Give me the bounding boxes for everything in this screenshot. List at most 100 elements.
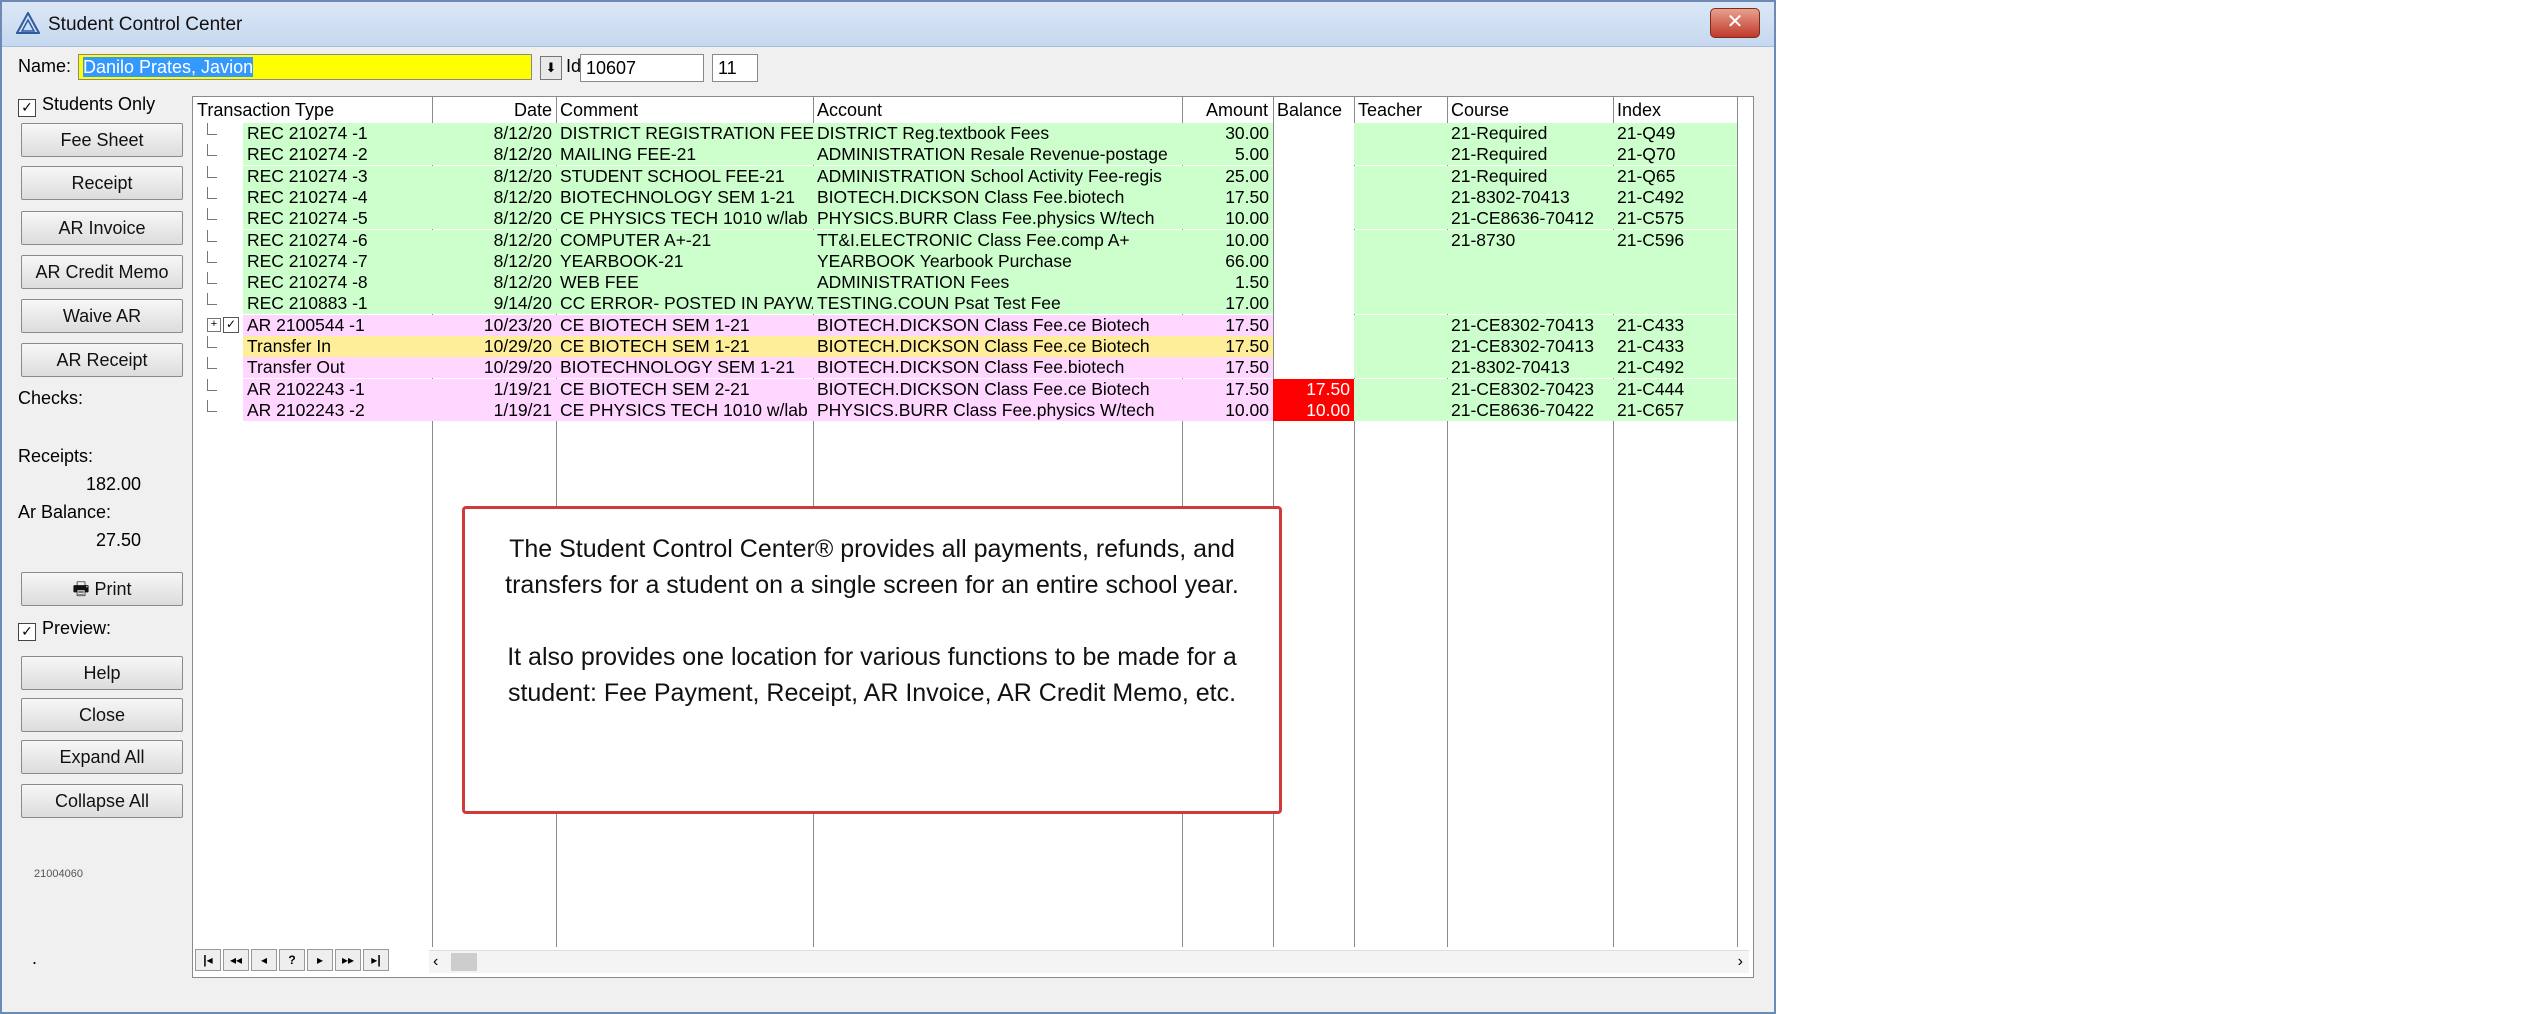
next-page-icon[interactable]: ▸▸ [335, 949, 361, 971]
student-name-bar: Name: Danilo Prates, Javion ⬇ Id: 10607 … [18, 52, 1764, 86]
cell-type: REC 210274 -4 [243, 186, 432, 208]
cell-comment: MAILING FEE-21 [556, 144, 813, 166]
cell-course: 21-CE8636-70412 [1447, 208, 1613, 230]
print-button[interactable]: 🖶 Print [21, 572, 183, 606]
cell-teacher [1354, 208, 1447, 230]
col-header-date[interactable]: Date [432, 100, 552, 121]
cell-account: BIOTECH.DICKSON Class Fee.ce Biotech [813, 314, 1182, 336]
cell-comment: BIOTECHNOLOGY SEM 1-21 [556, 186, 813, 208]
table-row[interactable]: REC 210274 -6 8/12/20 COMPUTER A+-21 TT&I.E… [193, 229, 1753, 251]
cell-account: PHYSICS.BURR Class Fee.physics W/tech [813, 208, 1182, 230]
cell-amount: 10.00 [1182, 399, 1273, 421]
cell-account: ADMINISTRATION Resale Revenue-postage [813, 144, 1182, 166]
cell-type: REC 210274 -3 [243, 165, 432, 187]
scroll-left-icon[interactable]: ‹ [433, 951, 438, 973]
table-row[interactable]: Transfer In 10/29/20 CE BIOTECH SEM 1-21 BI… [193, 336, 1753, 357]
cell-type: REC 210274 -2 [243, 144, 432, 166]
prev-page-icon[interactable]: ◂◂ [223, 949, 249, 971]
cell-type: AR 2102243 -2 [243, 399, 432, 421]
cell-course: 21-CE8302-70413 [1447, 336, 1613, 357]
table-row[interactable]: REC 210274 -7 8/12/20 YEARBOOK-21 YEARBOOK … [193, 250, 1753, 272]
tree-line-icon [203, 378, 217, 400]
callout-paragraph-2: It also provides one location for variou… [507, 643, 1237, 707]
preview-label: Preview: [42, 618, 112, 638]
scroll-thumb[interactable] [451, 953, 477, 971]
col-header-course[interactable]: Course [1451, 100, 1509, 121]
col-header-teacher[interactable]: Teacher [1358, 100, 1422, 121]
col-header-account[interactable]: Account [817, 100, 882, 121]
col-header-index[interactable]: Index [1617, 100, 1661, 121]
last-record-icon[interactable]: ▸| [363, 949, 389, 971]
first-record-icon[interactable]: |◂ [195, 949, 221, 971]
name-lookup-dropdown-button[interactable]: ⬇ [540, 56, 562, 80]
fee-sheet-button[interactable]: Fee Sheet [21, 123, 183, 157]
cell-account: DISTRICT Reg.textbook Fees [813, 123, 1182, 144]
expand-node-icon[interactable]: + [203, 315, 221, 336]
row-select-checkbox[interactable]: ✓ [223, 316, 239, 333]
ar-receipt-button[interactable]: AR Receipt [21, 343, 183, 377]
help-record-icon[interactable]: ? [279, 949, 305, 971]
window-close-button[interactable]: ✕ [1710, 8, 1760, 38]
cell-course: 21-Required [1447, 165, 1613, 187]
cell-course: 21-CE8302-70413 [1447, 314, 1613, 336]
title-bar: Student Control Center ✕ [2, 2, 1774, 47]
table-row[interactable]: REC 210274 -1 8/12/20 DISTRICT REGISTRATIO… [193, 123, 1753, 144]
ar-invoice-button[interactable]: AR Invoice [21, 211, 183, 245]
preview-checkbox[interactable]: ✓ Preview: [18, 618, 111, 641]
cell-type: REC 210274 -6 [243, 229, 432, 251]
receipt-button[interactable]: Receipt [21, 166, 183, 200]
table-row[interactable]: AR 2102243 -2 1/19/21 CE PHYSICS TECH 1010… [193, 399, 1753, 421]
cell-date: 8/12/20 [432, 123, 556, 144]
tree-line-icon [203, 186, 217, 208]
col-header-type[interactable]: Transaction Type [197, 100, 334, 121]
table-row[interactable]: REC 210883 -1 9/14/20 CC ERROR- POSTED IN … [193, 293, 1753, 315]
cell-balance [1273, 230, 1354, 251]
ar-credit-memo-button[interactable]: AR Credit Memo [21, 255, 183, 289]
table-row[interactable]: REC 210274 -4 8/12/20 BIOTECHNOLOGY SEM 1-… [193, 186, 1753, 208]
cell-amount: 25.00 [1182, 165, 1273, 187]
tree-line-icon [203, 399, 217, 421]
cell-account: BIOTECH.DICKSON Class Fee.biotech [813, 186, 1182, 208]
horizontal-scrollbar[interactable]: ‹ › [429, 950, 1749, 973]
prev-record-icon[interactable]: ◂ [251, 949, 277, 971]
cell-teacher [1354, 123, 1447, 144]
scroll-right-icon[interactable]: › [1738, 951, 1743, 973]
collapse-all-button[interactable]: Collapse All [21, 784, 183, 818]
next-record-icon[interactable]: ▸ [307, 949, 333, 971]
col-header-comment[interactable]: Comment [560, 100, 638, 121]
app-logo-icon [16, 12, 40, 34]
expand-all-button[interactable]: Expand All [21, 740, 183, 774]
table-row[interactable]: AR 2102243 -1 1/19/21 CE BIOTECH SEM 2-21 B… [193, 378, 1753, 400]
printer-icon: 🖶 [72, 579, 90, 599]
cell-account: BIOTECH.DICKSON Class Fee.ce Biotech [813, 378, 1182, 400]
table-row[interactable]: + ✓ AR 2100544 -1 10/23/20 CE BIOTECH SEM 1-… [193, 314, 1753, 336]
col-header-amount[interactable]: Amount [1182, 100, 1268, 121]
help-button[interactable]: Help [21, 656, 183, 690]
table-row[interactable]: REC 210274 -2 8/12/20 MAILING FEE-21 ADMINI… [193, 144, 1753, 166]
student-id-input[interactable]: 10607 [580, 54, 704, 82]
students-only-checkbox[interactable]: ✓ Students Only [18, 94, 155, 117]
cell-teacher [1354, 293, 1447, 315]
cell-course: 21-Required [1447, 123, 1613, 144]
waive-ar-button[interactable]: Waive AR [21, 299, 183, 333]
col-header-balance[interactable]: Balance [1277, 100, 1342, 121]
cell-type: REC 210274 -1 [243, 123, 432, 144]
cell-course: 21-CE8636-70422 [1447, 399, 1613, 421]
table-row[interactable]: REC 210274 -8 8/12/20 WEB FEE ADMINISTRATIO… [193, 272, 1753, 294]
cell-balance [1273, 357, 1354, 378]
cell-index: 21-Q49 [1613, 123, 1737, 144]
tree-line-icon [203, 293, 217, 314]
footer-dot: . [32, 948, 38, 968]
cell-teacher [1354, 378, 1447, 400]
grade-input[interactable]: 11 [712, 54, 758, 82]
cell-balance [1273, 272, 1354, 293]
cell-comment: YEARBOOK-21 [556, 250, 813, 272]
close-button[interactable]: Close [21, 698, 183, 732]
student-name-input[interactable]: Danilo Prates, Javion [78, 54, 532, 80]
table-row[interactable]: Transfer Out 10/29/20 BIOTECHNOLOGY SEM 1-… [193, 357, 1753, 379]
cell-type: REC 210274 -7 [243, 250, 432, 272]
cell-date: 8/12/20 [432, 186, 556, 208]
table-row[interactable]: REC 210274 -5 8/12/20 CE PHYSICS TECH 1010… [193, 208, 1753, 230]
name-label: Name: [18, 56, 72, 76]
table-row[interactable]: REC 210274 -3 8/12/20 STUDENT SCHOOL FEE-2… [193, 165, 1753, 187]
